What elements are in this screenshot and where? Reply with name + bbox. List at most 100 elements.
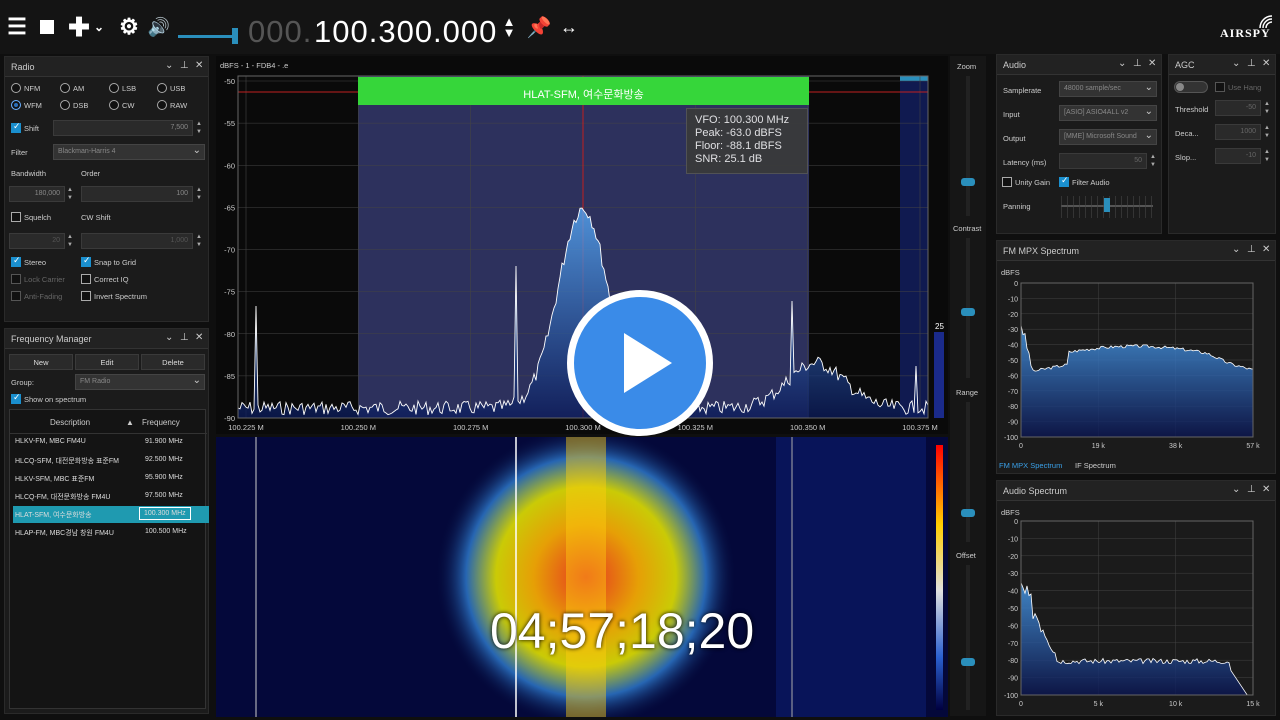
- shift-checkbox[interactable]: [11, 121, 21, 133]
- chevron-down-icon[interactable]: ⌄: [1232, 58, 1240, 69]
- volume-knob[interactable]: [232, 28, 238, 44]
- group-select[interactable]: FM Radio: [75, 374, 205, 390]
- slope-input[interactable]: -10: [1215, 148, 1261, 164]
- pin-icon[interactable]: 📌: [526, 14, 552, 40]
- chevron-down-icon[interactable]: ⌄: [92, 14, 106, 40]
- close-icon[interactable]: ✕: [1262, 58, 1270, 69]
- volume-icon[interactable]: 🔊: [146, 14, 172, 40]
- close-icon[interactable]: ✕: [1148, 58, 1156, 69]
- latency-input[interactable]: 50: [1059, 153, 1147, 169]
- unity-gain-checkbox[interactable]: [1002, 177, 1012, 187]
- order-input[interactable]: 100: [81, 186, 193, 202]
- threshold-input[interactable]: -50: [1215, 100, 1261, 116]
- anti-fading-checkbox[interactable]: [11, 291, 21, 301]
- bandwidth-input[interactable]: 180,000: [9, 186, 65, 202]
- table-row[interactable]: HLKV-SFM, MBC 표준FM 95.900 MHz: [13, 470, 209, 487]
- offset-knob[interactable]: [961, 658, 975, 666]
- squelch-input[interactable]: 20: [9, 233, 65, 249]
- tab-fm-mpx[interactable]: FM MPX Spectrum: [999, 461, 1062, 470]
- table-row[interactable]: HLKV-FM, MBC FM4U 91.900 MHz: [13, 434, 209, 451]
- panning-knob[interactable]: [1104, 198, 1110, 212]
- show-on-spectrum-checkbox[interactable]: [11, 392, 21, 404]
- chevron-down-icon[interactable]: ⌄: [1232, 484, 1240, 495]
- cwshift-input[interactable]: 1,000: [81, 233, 193, 249]
- input-select[interactable]: [ASIO] ASIO4ALL v2: [1059, 105, 1157, 121]
- stepper-icon[interactable]: ▲ ▼: [1262, 100, 1272, 116]
- table-row[interactable]: HLCQ-FM, 대전문화방송 FM4U 97.500 MHz: [13, 488, 209, 505]
- use-hang-checkbox[interactable]: [1215, 82, 1225, 92]
- contrast-knob[interactable]: [961, 308, 975, 316]
- chevron-down-icon[interactable]: ⌄: [1118, 58, 1126, 69]
- table-row[interactable]: HLAT-SFM, 여수문화방송 100.300 MHz: [13, 506, 209, 523]
- close-icon[interactable]: ✕: [1262, 484, 1270, 495]
- tuning-arrows-icon[interactable]: ▲ ▼: [496, 14, 522, 40]
- pin-icon[interactable]: ⊥: [1133, 58, 1142, 69]
- filter-select[interactable]: Blackman-Harris 4: [53, 144, 205, 160]
- shift-input[interactable]: 7,500: [53, 120, 193, 136]
- output-select[interactable]: [MME] Microsoft Sound: [1059, 129, 1157, 145]
- close-icon[interactable]: ✕: [195, 60, 203, 71]
- delete-button[interactable]: Delete: [141, 354, 205, 370]
- mode-radio-am[interactable]: [60, 83, 70, 93]
- spectrum-side-value: 25: [935, 322, 944, 331]
- stepper-icon[interactable]: ▲ ▼: [194, 186, 204, 202]
- mode-radio-dsb[interactable]: [60, 100, 70, 110]
- pin-icon[interactable]: ⊥: [1247, 484, 1256, 495]
- lock-carrier-checkbox[interactable]: [11, 274, 21, 284]
- pin-icon[interactable]: ⊥: [180, 60, 189, 71]
- close-icon[interactable]: ✕: [195, 332, 203, 343]
- mode-radio-usb[interactable]: [157, 83, 167, 93]
- stereo-checkbox[interactable]: [11, 255, 21, 267]
- stepper-icon[interactable]: ▲ ▼: [1262, 148, 1272, 164]
- edit-button[interactable]: Edit: [75, 354, 139, 370]
- pin-icon[interactable]: ⊥: [1247, 58, 1256, 69]
- column-description[interactable]: Description: [50, 418, 90, 427]
- waterfall-view[interactable]: [216, 437, 948, 717]
- gear-icon[interactable]: ⚙: [116, 14, 142, 40]
- mode-radio-raw[interactable]: [157, 100, 167, 110]
- range-slider[interactable]: [966, 402, 970, 542]
- stepper-icon[interactable]: ▲ ▼: [65, 233, 75, 249]
- samplerate-select[interactable]: 48000 sample/sec: [1059, 81, 1157, 97]
- decay-input[interactable]: 1000: [1215, 124, 1261, 140]
- squelch-checkbox[interactable]: [11, 212, 21, 222]
- stepper-icon[interactable]: ▲ ▼: [1262, 124, 1272, 140]
- mode-radio-lsb[interactable]: [109, 83, 119, 93]
- chevron-down-icon[interactable]: ⌄: [165, 332, 173, 343]
- invert-spectrum-checkbox[interactable]: [81, 291, 91, 301]
- stop-icon[interactable]: [34, 14, 60, 40]
- zoom-slider[interactable]: [966, 76, 970, 216]
- chevron-down-icon[interactable]: ⌄: [1232, 244, 1240, 255]
- zoom-knob[interactable]: [961, 178, 975, 186]
- mode-radio-wfm[interactable]: [11, 100, 21, 110]
- mode-radio-nfm[interactable]: [11, 83, 21, 93]
- pin-icon[interactable]: ⊥: [1247, 244, 1256, 255]
- station-band-label[interactable]: HLAT-SFM, 여수문화방송: [358, 77, 809, 105]
- volume-slider[interactable]: [178, 35, 238, 38]
- add-icon[interactable]: ✚: [66, 12, 92, 42]
- pin-icon[interactable]: ⊥: [180, 332, 189, 343]
- play-button[interactable]: [567, 290, 713, 436]
- chevron-down-icon[interactable]: ⌄: [165, 60, 173, 71]
- frequency-prefix[interactable]: 000.: [248, 14, 312, 50]
- snap-checkbox[interactable]: [81, 255, 91, 267]
- column-frequency[interactable]: Frequency: [142, 418, 180, 427]
- stepper-icon[interactable]: ▲ ▼: [65, 186, 75, 202]
- correct-iq-checkbox[interactable]: [81, 274, 91, 284]
- frequency-display[interactable]: 100.300.000: [314, 14, 497, 50]
- filter-audio-checkbox[interactable]: [1059, 175, 1069, 187]
- table-row[interactable]: HLAP-FM, MBC경남 창원 FM4U 100.500 MHz: [13, 524, 209, 541]
- range-knob[interactable]: [961, 509, 975, 517]
- stepper-icon[interactable]: ▲ ▼: [194, 233, 204, 249]
- offset-slider[interactable]: [966, 565, 970, 710]
- new-button[interactable]: New: [9, 354, 73, 370]
- stepper-icon[interactable]: ▲ ▼: [1148, 153, 1158, 169]
- tab-if-spectrum[interactable]: IF Spectrum: [1075, 461, 1116, 470]
- close-icon[interactable]: ✕: [1262, 244, 1270, 255]
- agc-toggle[interactable]: [1174, 81, 1208, 93]
- table-row[interactable]: HLCQ-SFM, 대전문화방송 표준FM 92.500 MHz: [13, 452, 209, 469]
- span-icon[interactable]: ↔: [556, 14, 582, 40]
- stepper-icon[interactable]: ▲ ▼: [194, 120, 204, 136]
- mode-radio-cw[interactable]: [109, 100, 119, 110]
- menu-icon[interactable]: ☰: [4, 14, 30, 40]
